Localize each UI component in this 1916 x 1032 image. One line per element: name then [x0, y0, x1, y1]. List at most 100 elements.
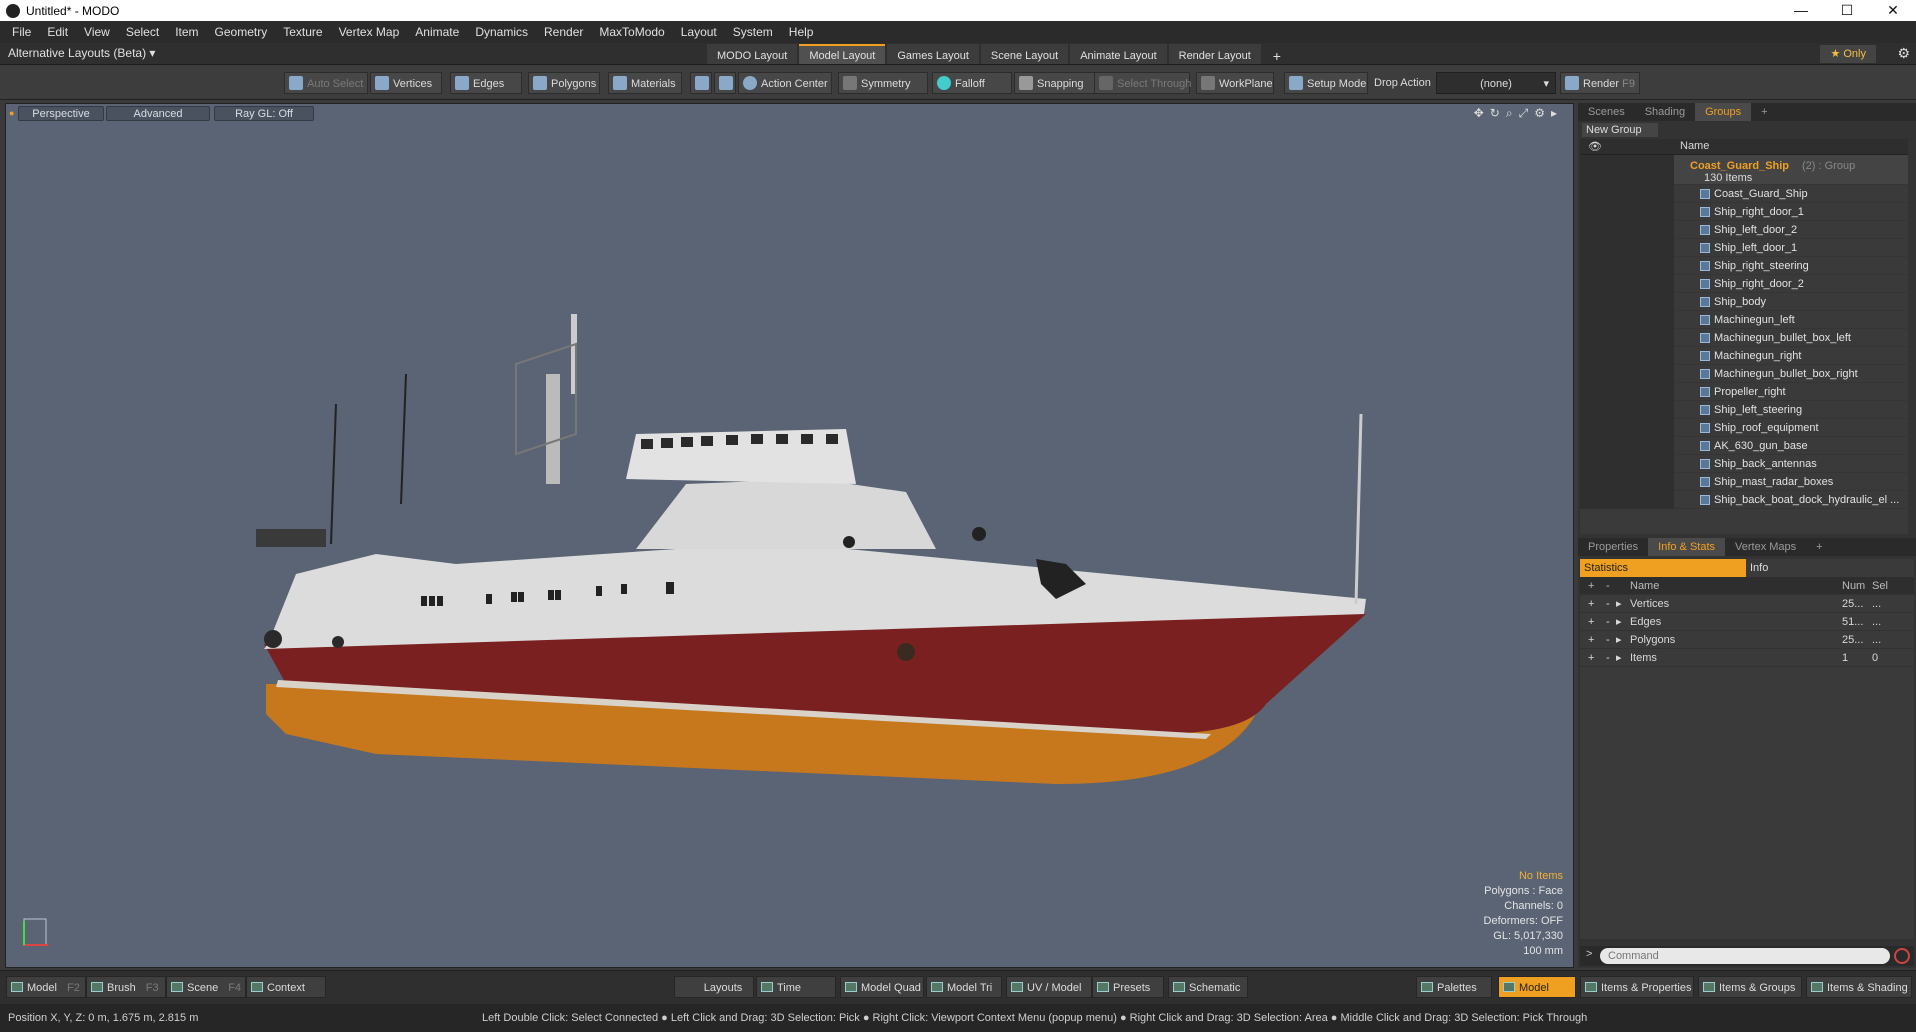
- viewport-menu-icon[interactable]: ●: [9, 108, 14, 118]
- add-tab-button[interactable]: +: [1751, 103, 1777, 121]
- eye-icon[interactable]: 👁: [1588, 140, 1602, 153]
- menu-maxtomodo[interactable]: MaxToModo: [591, 25, 672, 39]
- fit-icon[interactable]: ⤢: [1519, 106, 1529, 121]
- tab-shading[interactable]: Shading: [1635, 103, 1695, 121]
- tree-item-row[interactable]: Ship_right_steering: [1580, 257, 1908, 275]
- model-quad-button[interactable]: Model Quad: [840, 976, 924, 998]
- select-shield-2-button[interactable]: [714, 72, 736, 94]
- brush-mode-button[interactable]: Brush F3: [86, 976, 166, 998]
- 3d-viewport[interactable]: ● Perspective Advanced Ray GL: Off ✥ ↻ ⌕…: [5, 103, 1574, 968]
- menu-layout[interactable]: Layout: [673, 25, 725, 39]
- select-shield-button[interactable]: [690, 72, 712, 94]
- palettes-button[interactable]: Palettes: [1416, 976, 1492, 998]
- items-properties-button[interactable]: Items & Properties: [1580, 976, 1694, 998]
- tree-item-row[interactable]: Machinegun_right: [1580, 347, 1908, 365]
- tab-scene-layout[interactable]: Scene Layout: [980, 44, 1069, 64]
- edges-button[interactable]: Edges: [450, 72, 522, 94]
- tab-vertex-maps[interactable]: Vertex Maps: [1725, 538, 1806, 556]
- tab-render-layout[interactable]: Render Layout: [1168, 44, 1261, 64]
- tree-item-row[interactable]: Machinegun_left: [1580, 311, 1908, 329]
- scene-mode-button[interactable]: Scene F4: [166, 976, 246, 998]
- menu-dynamics[interactable]: Dynamics: [467, 25, 536, 39]
- minimize-button[interactable]: —: [1778, 0, 1824, 21]
- stats-row[interactable]: + - ▸ Vertices 25......: [1580, 595, 1914, 613]
- stats-row[interactable]: + - ▸ Polygons 25......: [1580, 631, 1914, 649]
- add-layout-button[interactable]: +: [1263, 44, 1291, 64]
- settings-icon[interactable]: ⚙: [1534, 106, 1545, 121]
- presets-button[interactable]: Presets: [1092, 976, 1164, 998]
- menu-animate[interactable]: Animate: [407, 25, 467, 39]
- alternative-layouts-dropdown[interactable]: Alternative Layouts (Beta) ▾: [8, 46, 155, 60]
- tab-info-stats[interactable]: Info & Stats: [1648, 538, 1726, 556]
- drop-action-select[interactable]: (none) ▾: [1436, 72, 1556, 94]
- snapping-button[interactable]: Snapping: [1014, 72, 1096, 94]
- model-mode-button[interactable]: Model F2: [6, 976, 86, 998]
- tab-properties[interactable]: Properties: [1578, 538, 1648, 556]
- command-input[interactable]: Command: [1600, 948, 1890, 964]
- group-row[interactable]: Coast_Guard_Ship (2) : Group 130 Items: [1580, 155, 1908, 185]
- only-toggle[interactable]: ★ Only: [1820, 45, 1876, 63]
- select-through-button[interactable]: Select Through: [1094, 72, 1191, 94]
- menu-vertex-map[interactable]: Vertex Map: [331, 25, 408, 39]
- tree-item-row[interactable]: Ship_roof_equipment: [1580, 419, 1908, 437]
- tree-item-row[interactable]: Coast_Guard_Ship: [1580, 185, 1908, 203]
- tab-animate-layout[interactable]: Animate Layout: [1070, 44, 1167, 64]
- tab-modo-layout[interactable]: MODO Layout: [707, 44, 798, 64]
- menu-view[interactable]: View: [76, 25, 118, 39]
- tree-item-row[interactable]: Ship_right_door_2: [1580, 275, 1908, 293]
- menu-render[interactable]: Render: [536, 25, 591, 39]
- zoom-icon[interactable]: ⌕: [1506, 106, 1513, 121]
- tree-item-row[interactable]: Ship_left_door_2: [1580, 221, 1908, 239]
- tab-groups[interactable]: Groups: [1695, 103, 1752, 121]
- raygl-button[interactable]: Ray GL: Off: [214, 106, 314, 121]
- tree-item-row[interactable]: Ship_back_antennas: [1580, 455, 1908, 473]
- menu-system[interactable]: System: [725, 25, 781, 39]
- falloff-button[interactable]: Falloff: [932, 72, 1012, 94]
- materials-button[interactable]: Materials: [608, 72, 682, 94]
- tab-scenes[interactable]: Scenes: [1578, 103, 1635, 121]
- setup-mode-button[interactable]: Setup Mode: [1284, 72, 1368, 94]
- menu-select[interactable]: Select: [118, 25, 167, 39]
- auto-select-button[interactable]: Auto Select: [284, 72, 368, 94]
- tree-item-row[interactable]: Ship_back_boat_dock_hydraulic_el ...: [1580, 491, 1908, 509]
- tree-item-row[interactable]: Ship_body: [1580, 293, 1908, 311]
- name-column-header[interactable]: Name: [1680, 140, 1709, 152]
- tab-games-layout[interactable]: Games Layout: [887, 44, 979, 64]
- ship-model[interactable]: [256, 314, 1406, 814]
- new-group-button[interactable]: New Group: [1582, 123, 1658, 137]
- tree-item-row[interactable]: Propeller_right: [1580, 383, 1908, 401]
- pan-icon[interactable]: ✥: [1474, 106, 1484, 121]
- polygons-button[interactable]: Polygons: [528, 72, 600, 94]
- layouts-button[interactable]: Layouts: [674, 976, 754, 998]
- action-center-button[interactable]: Action Center: [738, 72, 832, 94]
- tree-item-row[interactable]: Ship_left_door_1: [1580, 239, 1908, 257]
- menu-geometry[interactable]: Geometry: [207, 25, 276, 39]
- model-layout-button[interactable]: Model: [1498, 976, 1576, 998]
- workplane-button[interactable]: WorkPlane: [1196, 72, 1274, 94]
- menu-help[interactable]: Help: [781, 25, 822, 39]
- info-tab[interactable]: Info: [1746, 559, 1912, 577]
- maximize-button[interactable]: ☐: [1824, 0, 1870, 21]
- tab-model-layout[interactable]: Model Layout: [799, 44, 886, 64]
- advanced-button[interactable]: Advanced: [106, 106, 210, 121]
- stats-row[interactable]: + - ▸ Edges 51......: [1580, 613, 1914, 631]
- menu-edit[interactable]: Edit: [39, 25, 76, 39]
- tree-item-row[interactable]: AK_630_gun_base: [1580, 437, 1908, 455]
- items-groups-button[interactable]: Items & Groups: [1698, 976, 1802, 998]
- schematic-button[interactable]: Schematic: [1168, 976, 1248, 998]
- menu-file[interactable]: File: [4, 25, 39, 39]
- tree-item-row[interactable]: Ship_mast_radar_boxes: [1580, 473, 1908, 491]
- symmetry-button[interactable]: Symmetry: [838, 72, 928, 94]
- menu-texture[interactable]: Texture: [275, 25, 330, 39]
- add-tab-button[interactable]: +: [1806, 538, 1832, 556]
- rotate-icon[interactable]: ↻: [1490, 106, 1500, 121]
- tree-item-row[interactable]: Machinegun_bullet_box_left: [1580, 329, 1908, 347]
- vertices-button[interactable]: Vertices: [370, 72, 442, 94]
- gear-icon[interactable]: ⚙: [1897, 45, 1910, 62]
- time-button[interactable]: Time: [756, 976, 836, 998]
- statistics-tab[interactable]: Statistics: [1580, 559, 1746, 577]
- tree-item-row[interactable]: Machinegun_bullet_box_right: [1580, 365, 1908, 383]
- menu-item[interactable]: Item: [167, 25, 206, 39]
- stats-row[interactable]: + - ▸ Items 1 0: [1580, 649, 1914, 667]
- record-icon[interactable]: [1894, 948, 1910, 964]
